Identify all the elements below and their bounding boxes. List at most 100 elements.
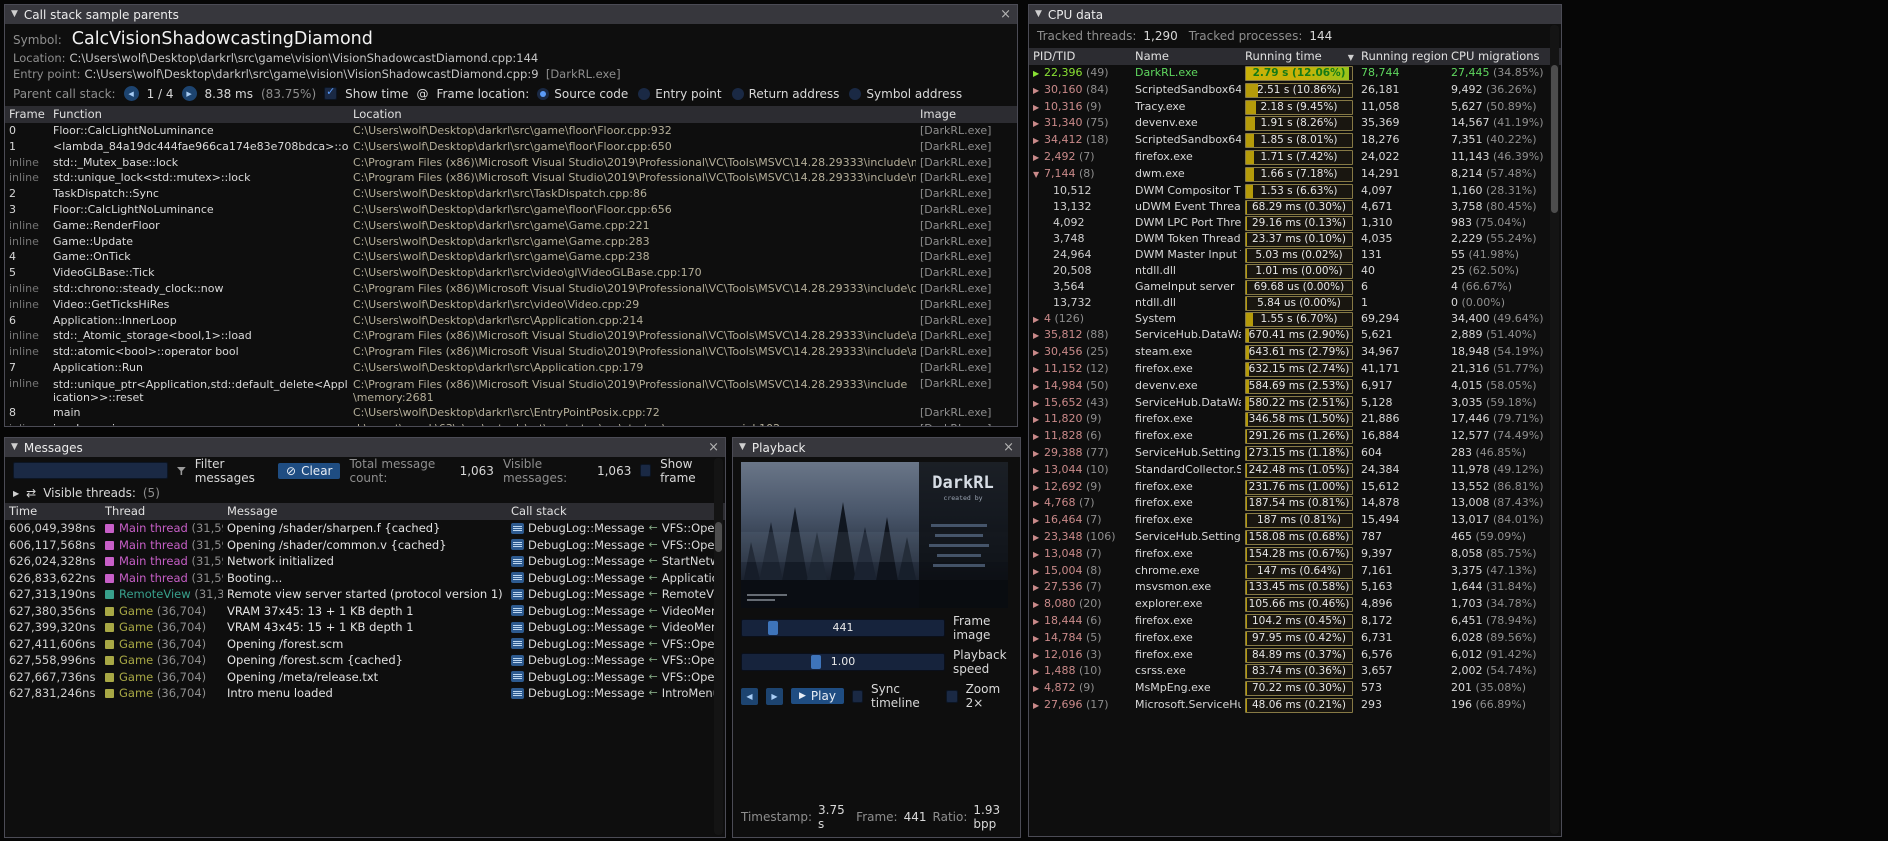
callstack-cell[interactable]: DebugLog::Message←VFS::Open [507, 652, 717, 669]
playback-titlebar[interactable]: ▼ Playback × [733, 438, 1020, 457]
cpu-row[interactable]: ▶30,456 (25)steam.exe643.61 ms (2.79%)34… [1029, 344, 1561, 361]
cpu-row[interactable]: 3,564GameInput server69.68 us (0.00%)64 … [1029, 279, 1561, 295]
message-row[interactable]: 627,558,996nsGame (36,704)Opening /fores… [5, 652, 725, 669]
callstack-row[interactable]: inlineVideo::GetTicksHiResC:\Users\wolf\… [5, 297, 1017, 313]
expand-icon[interactable]: ▶ [1033, 312, 1044, 328]
callstack-cell[interactable]: DebugLog::Message←VFS::Open [507, 636, 717, 653]
column-running-time[interactable]: Running time▼ [1241, 48, 1357, 65]
cpu-row[interactable]: ▶34,412 (18)ScriptedSandbox64.exe1.85 s … [1029, 132, 1561, 149]
message-row[interactable]: 627,667,736nsGame (36,704)Opening /meta/… [5, 669, 725, 686]
cpu-row[interactable]: ▶16,464 (7)firefox.exe187 ms (0.81%)15,4… [1029, 512, 1561, 529]
expand-icon[interactable]: ▶ [1033, 150, 1044, 166]
cpu-row[interactable]: ▶10,316 (9)Tracy.exe2.18 s (9.45%)11,058… [1029, 99, 1561, 116]
message-row[interactable]: 627,831,246nsGame (36,704)Intro menu loa… [5, 685, 725, 702]
cpu-row[interactable]: ▶29,388 (77)ServiceHub.SettingsHost273.1… [1029, 445, 1561, 462]
callstack-cell[interactable]: DebugLog::Message←RemoteVie [507, 586, 717, 603]
radio-circle-icon[interactable] [849, 88, 861, 100]
cpu-row[interactable]: ▶14,984 (50)devenv.exe584.69 ms (2.53%)6… [1029, 378, 1561, 395]
callstack-row[interactable]: 0Floor::CalcLightNoLuminanceC:\Users\wol… [5, 123, 1017, 139]
message-row[interactable]: 627,380,356nsGame (36,704)VRAM 37x45: 13… [5, 603, 725, 620]
callstack-icon[interactable] [511, 556, 524, 567]
callstack-row[interactable]: inlineinvoke_maind:\agent\_work\63\s\src… [5, 421, 1017, 427]
expand-icon[interactable]: ▶ [1033, 446, 1044, 462]
close-icon[interactable]: × [1000, 5, 1011, 24]
cpu-row[interactable]: ▶1,488 (10)csrss.exe83.74 ms (0.36%)3,65… [1029, 663, 1561, 680]
cpu-row[interactable]: 24,964DWM Master Input Threa5.03 ms (0.0… [1029, 247, 1561, 263]
zoom-checkbox[interactable] [946, 690, 957, 703]
expand-icon[interactable]: ▶ [1033, 664, 1044, 680]
cpu-row[interactable]: 13,132uDWM Event Thread68.29 ms (0.30%)4… [1029, 199, 1561, 215]
next-parent-button[interactable]: ▶ [182, 86, 197, 101]
message-row[interactable]: 606,049,398nsMain thread (31,596)Opening… [5, 520, 725, 537]
cpu-row[interactable]: ▶4,768 (7)firefox.exe187.54 ms (0.81%)14… [1029, 495, 1561, 512]
cpu-row[interactable]: ▶13,048 (7)firefox.exe154.28 ms (0.67%)9… [1029, 546, 1561, 563]
callstack-cell[interactable]: DebugLog::Message←VideoMemo [507, 603, 717, 620]
cpu-row[interactable]: ▶18,444 (6)firefox.exe104.2 ms (0.45%)8,… [1029, 613, 1561, 630]
cpu-row[interactable]: 13,732ntdll.dll5.84 us (0.00%)10 (0.00%) [1029, 295, 1561, 311]
radio-source-code[interactable]: Source code [537, 87, 628, 101]
expand-icon[interactable]: ▶ [1033, 698, 1044, 714]
cpu-row[interactable]: ▶27,536 (7)msvsmon.exe133.45 ms (0.58%)5… [1029, 579, 1561, 596]
cpu-row[interactable]: ▶12,016 (3)firefox.exe84.89 ms (0.37%)6,… [1029, 647, 1561, 664]
play-button[interactable]: ▶Play [791, 688, 844, 704]
expand-icon[interactable]: ▶ [1033, 547, 1044, 563]
callstack-row[interactable]: inlinestd::unique_ptr<Application,std::d… [5, 376, 1017, 405]
radio-circle-icon[interactable] [638, 88, 650, 100]
cpu-row[interactable]: ▶4 (126)System1.55 s (6.70%)69,29434,400… [1029, 311, 1561, 328]
speed-slider[interactable]: 1.00 [741, 653, 945, 671]
message-row[interactable]: 627,411,606nsGame (36,704)Opening /fores… [5, 636, 725, 653]
frame-slider[interactable]: 441 [741, 619, 945, 637]
message-row[interactable]: 627,399,320nsGame (36,704)VRAM 43x45: 15… [5, 619, 725, 636]
messages-scrollbar[interactable] [714, 458, 723, 835]
column-cpu-migrations[interactable]: CPU migrations [1447, 48, 1550, 65]
collapse-icon[interactable]: ▼ [11, 438, 18, 457]
sync-timeline-checkbox[interactable] [852, 690, 863, 703]
expand-icon[interactable]: ▶ [1033, 480, 1044, 496]
cpu-row[interactable]: 10,512DWM Compositor Thread1.53 s (6.63%… [1029, 183, 1561, 199]
cpu-row[interactable]: ▶12,692 (9)firefox.exe231.76 ms (1.00%)1… [1029, 479, 1561, 496]
callstack-cell[interactable]: DebugLog::Message←VFS::Open [507, 669, 717, 686]
message-row[interactable]: 626,024,328nsMain thread (31,596)Network… [5, 553, 725, 570]
callstack-icon[interactable] [511, 572, 524, 583]
cpu-row[interactable]: ▶4,872 (9)MsMpEng.exe70.22 ms (0.30%)573… [1029, 680, 1561, 697]
cpu-row[interactable]: ▶31,340 (75)devenv.exe1.91 s (8.26%)35,3… [1029, 115, 1561, 132]
message-row[interactable]: 606,117,568nsMain thread (31,596)Opening… [5, 537, 725, 554]
callstack-row[interactable]: 2TaskDispatch::SyncC:\Users\wolf\Desktop… [5, 186, 1017, 202]
callstack-row[interactable]: 6Application::InnerLoopC:\Users\wolf\Des… [5, 313, 1017, 329]
callstack-row[interactable]: inlinestd::unique_lock<std::mutex>::lock… [5, 170, 1017, 186]
callstack-icon[interactable] [511, 655, 524, 666]
message-row[interactable]: 627,313,190nsRemoteView (31,392)Remote v… [5, 586, 725, 603]
callstack-icon[interactable] [511, 523, 524, 534]
expand-icon[interactable]: ▶ [1033, 66, 1044, 82]
expand-icon[interactable]: ▶ [1033, 345, 1044, 361]
expand-icon[interactable]: ▶ [1033, 362, 1044, 378]
radio-return-address[interactable]: Return address [732, 87, 840, 101]
column-pid-tid[interactable]: PID/TID [1029, 48, 1131, 65]
cpu-row[interactable]: ▼7,144 (8)dwm.exe1.66 s (7.18%)14,2918,2… [1029, 166, 1561, 183]
messages-titlebar[interactable]: ▼ Messages × [5, 438, 725, 457]
collapse-icon[interactable]: ▼ [11, 5, 18, 24]
filter-input[interactable] [13, 462, 168, 479]
callstack-row[interactable]: 5VideoGLBase::TickC:\Users\wolf\Desktop\… [5, 265, 1017, 281]
expand-icon[interactable]: ▶ [1033, 564, 1044, 580]
cpu-row[interactable]: ▶35,812 (88)ServiceHub.DataWarehou670.41… [1029, 327, 1561, 344]
callstack-row[interactable]: 4Game::OnTickC:\Users\wolf\Desktop\darkr… [5, 249, 1017, 265]
callstack-row[interactable]: inlinestd::_Mutex_base::lockC:\Program F… [5, 155, 1017, 171]
prev-frame-button[interactable]: ◀ [741, 688, 758, 705]
expand-icon[interactable]: ▶ [1033, 328, 1044, 344]
expand-icon[interactable]: ▶ [1033, 631, 1044, 647]
callstack-cell[interactable]: DebugLog::Message←Application: [507, 570, 717, 587]
prev-parent-button[interactable]: ◀ [124, 86, 139, 101]
radio-circle-icon[interactable] [732, 88, 744, 100]
playback-frame-image[interactable]: DarkRL created by [741, 462, 1008, 608]
expand-icon[interactable]: ▶ [1033, 513, 1044, 529]
visible-threads-row[interactable]: ▶ ⇄ Visible threads: (5) [5, 484, 725, 503]
expand-icon[interactable]: ▶ [1033, 133, 1044, 149]
collapse-icon[interactable]: ▼ [739, 438, 746, 457]
close-icon[interactable]: × [1003, 438, 1014, 457]
callstack-icon[interactable] [511, 589, 524, 600]
cpu-row[interactable]: ▶13,044 (10)StandardCollector.Servic242.… [1029, 462, 1561, 479]
cpu-row[interactable]: ▶2,492 (7)firefox.exe1.71 s (7.42%)24,02… [1029, 149, 1561, 166]
radio-symbol-address[interactable]: Symbol address [849, 87, 962, 101]
callstack-row[interactable]: inlinestd::atomic<bool>::operator boolC:… [5, 344, 1017, 360]
